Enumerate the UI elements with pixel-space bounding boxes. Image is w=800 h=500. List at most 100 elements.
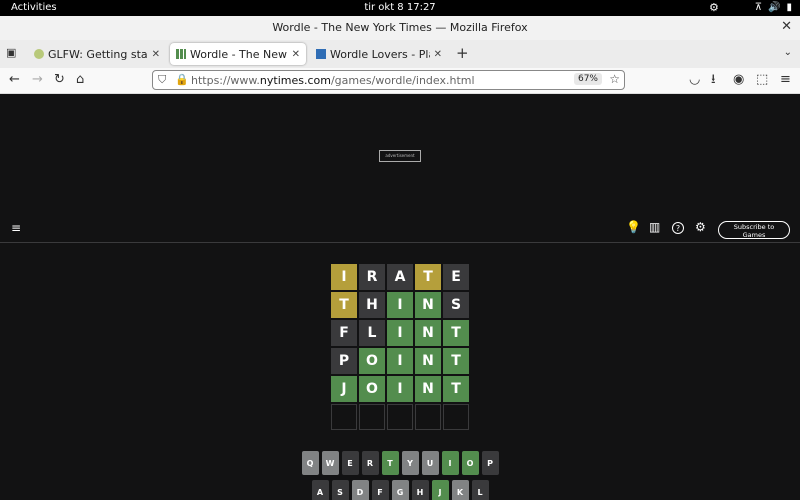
board-tile: E (443, 264, 469, 290)
board-tile: I (331, 264, 357, 290)
board-tile: T (415, 264, 441, 290)
url-bar[interactable]: ⛉ 🔒 https://www.nytimes.com/games/wordle… (152, 70, 625, 90)
tab-label: Wordle - The New York (190, 47, 288, 61)
board-row: THINS (331, 292, 471, 318)
window-title: Wordle - The New York Times — Mozilla Fi… (272, 21, 528, 34)
board-tile (331, 404, 357, 430)
key-p[interactable]: P (481, 451, 499, 475)
key-a[interactable]: A (311, 480, 329, 500)
home-icon[interactable]: ⌂ (76, 72, 84, 88)
activities-button[interactable]: Activities (11, 2, 57, 13)
tab-wordle-lovers[interactable]: Wordle Lovers - Play th ✕ (310, 43, 448, 65)
settings-icon[interactable]: ⚙ (695, 220, 706, 234)
on-screen-keyboard: QWERTYUIOP ASDFGHJKL (0, 451, 800, 500)
bookmark-star-icon[interactable]: ☆ (609, 72, 620, 86)
board-tile: J (331, 376, 357, 402)
tab-close-icon[interactable]: ✕ (292, 49, 300, 60)
wordle-favicon-icon (176, 49, 186, 59)
subscribe-line-1: Subscribe to (733, 223, 775, 231)
key-j[interactable]: J (431, 480, 449, 500)
board-tile: T (331, 292, 357, 318)
window-close-icon[interactable]: ✕ (781, 19, 792, 34)
app-menu-icon[interactable]: ≡ (780, 72, 791, 88)
help-icon[interactable]: ? (672, 222, 684, 234)
key-r[interactable]: R (361, 451, 379, 475)
board-row: FLINT (331, 320, 471, 346)
key-k[interactable]: K (451, 480, 469, 500)
tab-label: GLFW: Getting started (48, 47, 148, 61)
key-g[interactable]: G (391, 480, 409, 500)
window-title-bar: Wordle - The New York Times — Mozilla Fi… (0, 16, 800, 40)
download-icon[interactable]: ⭳ (711, 72, 716, 88)
tab-close-icon[interactable]: ✕ (152, 49, 160, 60)
forward-icon[interactable]: → (32, 72, 43, 88)
key-i[interactable]: I (441, 451, 459, 475)
key-f[interactable]: F (371, 480, 389, 500)
screen: Activities tir okt 8 17:27 ⚙ ⊼ 🔊 ▮ Wordl… (0, 0, 800, 500)
statistics-icon[interactable]: ▥ (649, 220, 660, 234)
key-y[interactable]: Y (401, 451, 419, 475)
pocket-icon[interactable]: ◡ (689, 72, 700, 88)
tab-wordle[interactable]: Wordle - The New York ✕ (170, 43, 306, 65)
tab-glfw[interactable]: GLFW: Getting started ✕ (28, 43, 166, 65)
url-text[interactable]: https://www.nytimes.com/games/wordle/ind… (191, 74, 475, 87)
board-tile: A (387, 264, 413, 290)
battery-icon: ▮ (786, 2, 792, 13)
board-tile (359, 404, 385, 430)
board-tile: H (359, 292, 385, 318)
reload-icon[interactable]: ↻ (54, 72, 65, 88)
account-icon[interactable]: ◉ (733, 72, 744, 88)
firefox-view-icon[interactable]: ▣ (6, 46, 16, 59)
tracking-protection-icon[interactable]: ⛉ (158, 73, 166, 87)
key-l[interactable]: L (471, 480, 489, 500)
navigation-toolbar: ← → ↻ ⌂ ⛉ 🔒 https://www.nytimes.com/game… (0, 68, 800, 94)
board-tile: L (359, 320, 385, 346)
key-u[interactable]: U (421, 451, 439, 475)
board-tile (387, 404, 413, 430)
subscribe-line-2: Games (742, 231, 766, 239)
tab-bar: ▣ GLFW: Getting started ✕ Wordle - The N… (0, 40, 800, 68)
key-s[interactable]: S (331, 480, 349, 500)
tab-label: Wordle Lovers - Play th (330, 47, 430, 61)
new-tab-icon[interactable]: + (456, 44, 469, 62)
wordle-board: IRATETHINSFLINTPOINTJOINT (331, 264, 471, 432)
back-icon[interactable]: ← (9, 72, 20, 88)
board-tile: N (415, 348, 441, 374)
tab-close-icon[interactable]: ✕ (434, 49, 442, 60)
glfw-favicon-icon (34, 49, 44, 59)
key-o[interactable]: O (461, 451, 479, 475)
lock-icon[interactable]: 🔒 (175, 73, 189, 86)
keyboard-row: QWERTYUIOP (0, 451, 800, 475)
zoom-level-button[interactable]: 67% (573, 73, 602, 85)
hamburger-menu-icon[interactable]: ≡ (11, 221, 21, 235)
key-h[interactable]: H (411, 480, 429, 500)
board-row: POINT (331, 348, 471, 374)
key-t[interactable]: T (381, 451, 399, 475)
board-tile: I (387, 320, 413, 346)
clock[interactable]: tir okt 8 17:27 (0, 2, 800, 13)
board-row: IRATE (331, 264, 471, 290)
key-w[interactable]: W (321, 451, 339, 475)
key-d[interactable]: D (351, 480, 369, 500)
board-tile: O (359, 348, 385, 374)
board-tile: T (443, 376, 469, 402)
board-tile (443, 404, 469, 430)
system-tray[interactable]: ⊼ 🔊 ▮ (755, 1, 792, 15)
key-e[interactable]: E (341, 451, 359, 475)
board-tile (415, 404, 441, 430)
list-all-tabs-icon[interactable]: ⌄ (784, 47, 792, 58)
board-tile: I (387, 292, 413, 318)
board-tile: R (359, 264, 385, 290)
extensions-icon[interactable]: ⬚ (756, 72, 768, 88)
advertisement-label: advertisement (379, 150, 421, 162)
settings-tray-icon[interactable]: ⚙ (709, 1, 719, 14)
key-q[interactable]: Q (301, 451, 319, 475)
board-tile: N (415, 320, 441, 346)
volume-icon: 🔊 (768, 2, 781, 13)
board-tile: N (415, 292, 441, 318)
page-content: advertisement ≡ 💡 ▥ ? ⚙ Subscribe to Gam… (0, 94, 800, 500)
hint-lightbulb-icon[interactable]: 💡 (626, 220, 641, 234)
wordle-lovers-favicon-icon (316, 49, 326, 59)
subscribe-button[interactable]: Subscribe to Games (718, 221, 790, 239)
network-icon: ⊼ (754, 2, 763, 13)
